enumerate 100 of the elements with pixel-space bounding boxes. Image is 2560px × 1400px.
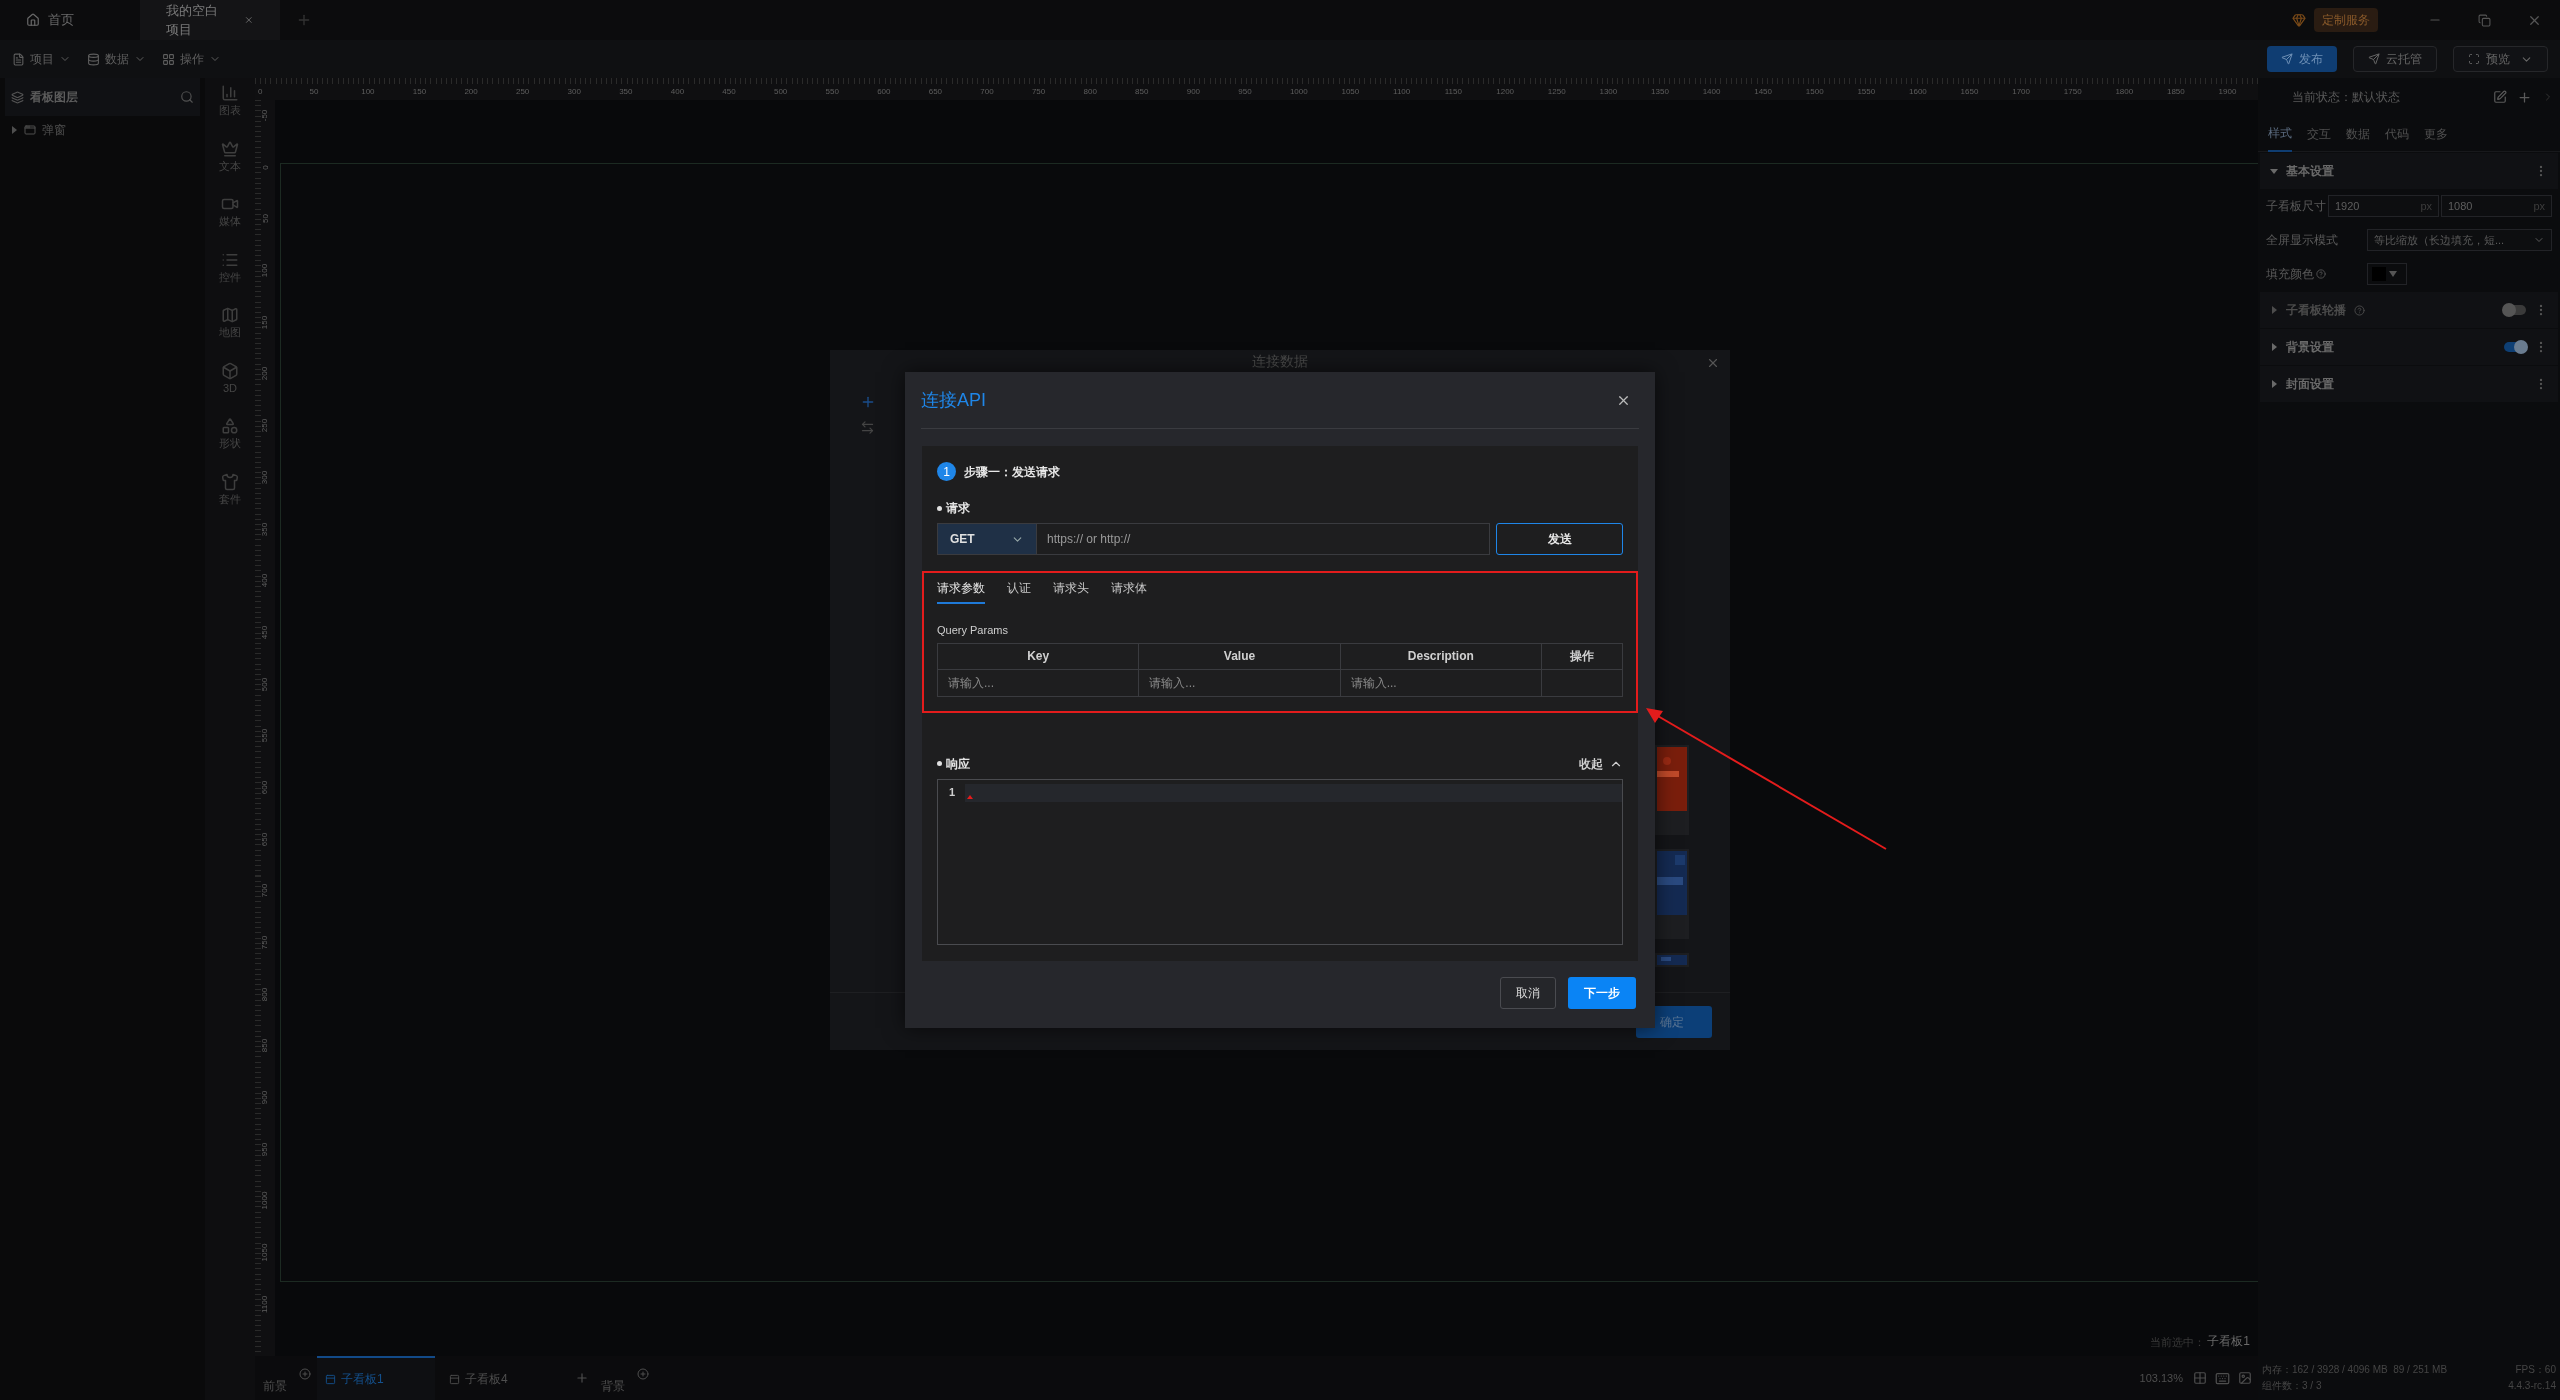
select-field[interactable]: 等比缩放（长边填充，短... [2367,229,2552,251]
board-tab[interactable]: 子看板4 [441,1356,559,1400]
caret-icon[interactable] [2270,343,2278,351]
toggle-switch[interactable] [2504,342,2526,352]
ruler-label: 900 [259,1090,271,1105]
section-header[interactable]: 封面设置 [2260,366,2558,402]
table-input[interactable]: 请输入... [1340,669,1542,696]
field-label: 全屏显示模式 [2266,232,2338,249]
toolbar-menu[interactable]: 项目 [12,50,71,68]
request-tab[interactable]: 请求体 [1111,579,1147,604]
home-icon [26,13,40,27]
ruler-label: 1050 [259,1243,271,1262]
add-icon[interactable] [637,1368,649,1380]
ruler-label: 200 [464,86,478,97]
ruler-label: 1750 [2063,86,2082,97]
send-button[interactable]: 发送 [1496,523,1623,555]
preview-button[interactable]: 预览 [2453,46,2548,72]
add-icon[interactable] [299,1368,311,1380]
section-title: Query Params [937,623,1009,638]
ruler-label: 950 [1238,86,1252,97]
column-header: Key [938,643,1140,669]
board-tab[interactable]: 子看板1 [317,1356,435,1400]
ruler-label: 50 [309,86,319,97]
state-label: 当前状态：默认状态 [2292,89,2401,106]
section-header[interactable]: 背景设置 [2260,329,2558,365]
panel-tab[interactable]: 样式 [2268,115,2292,152]
gem-icon [2292,13,2306,27]
section-label: 响应 [946,755,971,773]
board-icon [449,1373,460,1385]
board-icon [325,1373,336,1385]
caret-icon[interactable] [2270,167,2278,175]
caret-icon[interactable] [10,126,18,134]
caret-icon[interactable] [2270,380,2278,388]
ruler-label: 1450 [1754,86,1772,97]
ruler-label: 100 [259,263,271,278]
table-input[interactable]: 请输入... [1139,669,1341,696]
request-tab[interactable]: 请求参数 [937,579,985,604]
add-icon[interactable] [2517,89,2532,105]
panel-tab[interactable]: 更多 [2424,115,2448,152]
ruler-label: 700 [980,86,994,97]
field-label: 填充颜色 [2266,266,2314,283]
ruler-label: 950 [259,1142,271,1156]
ruler-label: 750 [1031,86,1046,97]
image-icon[interactable] [2238,1371,2252,1385]
ruler-label: 350 [619,86,633,97]
cloud-hosting-button[interactable]: 云托管 [2353,46,2437,72]
keyboard-icon[interactable] [2215,1370,2230,1386]
request-tab[interactable]: 请求头 [1053,579,1089,604]
panel-tab[interactable]: 交互 [2307,115,2331,152]
add-icon[interactable] [575,1371,589,1385]
panel-tab[interactable]: 数据 [2346,115,2370,152]
publish-button[interactable]: 发布 [2267,46,2337,72]
ruler-label: 450 [722,86,736,97]
toolbar-menu[interactable]: 数据 [87,50,146,68]
send-icon [2368,53,2380,65]
zoom-level[interactable]: 103.13% [2139,1369,2183,1387]
search-icon[interactable] [180,90,194,104]
grid-icon [162,52,175,66]
field-label: 子看板尺寸 [2266,198,2326,215]
grid-icon[interactable] [2193,1371,2207,1385]
restore-icon[interactable] [2478,13,2491,27]
ruler-label: 750 [259,935,271,950]
fullscreen-icon [2468,53,2480,65]
ruler-label: 1350 [1651,86,1669,97]
method-select[interactable]: GET [937,523,1037,555]
color-picker[interactable] [2367,263,2407,285]
ruler-label: 600 [877,86,891,97]
section-header[interactable]: 基本设置 [2260,153,2558,189]
cancel-button[interactable]: 取消 [1500,977,1556,1009]
foreground-label[interactable]: 前景 [263,1377,287,1395]
add-icon[interactable] [860,394,876,410]
map-icon [221,306,239,324]
layer-item[interactable]: 弹窗 [0,116,205,144]
ruler-label: 1100 [1393,86,1411,97]
ruler-label: 550 [825,86,839,97]
url-field[interactable]: https:// or http:// [1037,523,1490,555]
edit-icon[interactable] [2493,90,2507,104]
next-button[interactable]: 下一步 [1568,977,1636,1009]
request-tab[interactable]: 认证 [1007,579,1031,604]
service-badge[interactable]: 定制服务 [2314,8,2378,32]
window-tab[interactable]: 我的空白项目 [140,0,280,40]
add-tab-icon[interactable] [296,12,312,28]
column-header: 操作 [1569,648,1595,665]
ruler-label: 1550 [1857,86,1876,97]
collapse-link[interactable]: 收起 [1579,754,1623,773]
table-input[interactable]: 请输入... [938,669,1140,696]
help-icon[interactable] [2316,269,2326,279]
column-header: Description [1340,643,1542,669]
response-editor[interactable]: 1 [937,778,1623,945]
ruler-label: 1650 [1960,86,1979,97]
ruler-label: 400 [670,86,685,97]
ruler-label: 300 [567,86,581,97]
swap-icon[interactable] [860,420,875,435]
ruler-label: 250 [259,418,271,433]
caret-icon [2389,271,2397,277]
ruler-label: 300 [259,470,271,484]
panel-tab[interactable]: 代码 [2385,115,2409,152]
toolbar-menu[interactable]: 操作 [162,50,221,68]
ruler-label: 1000 [1289,86,1308,97]
background-label[interactable]: 背景 [601,1377,625,1395]
